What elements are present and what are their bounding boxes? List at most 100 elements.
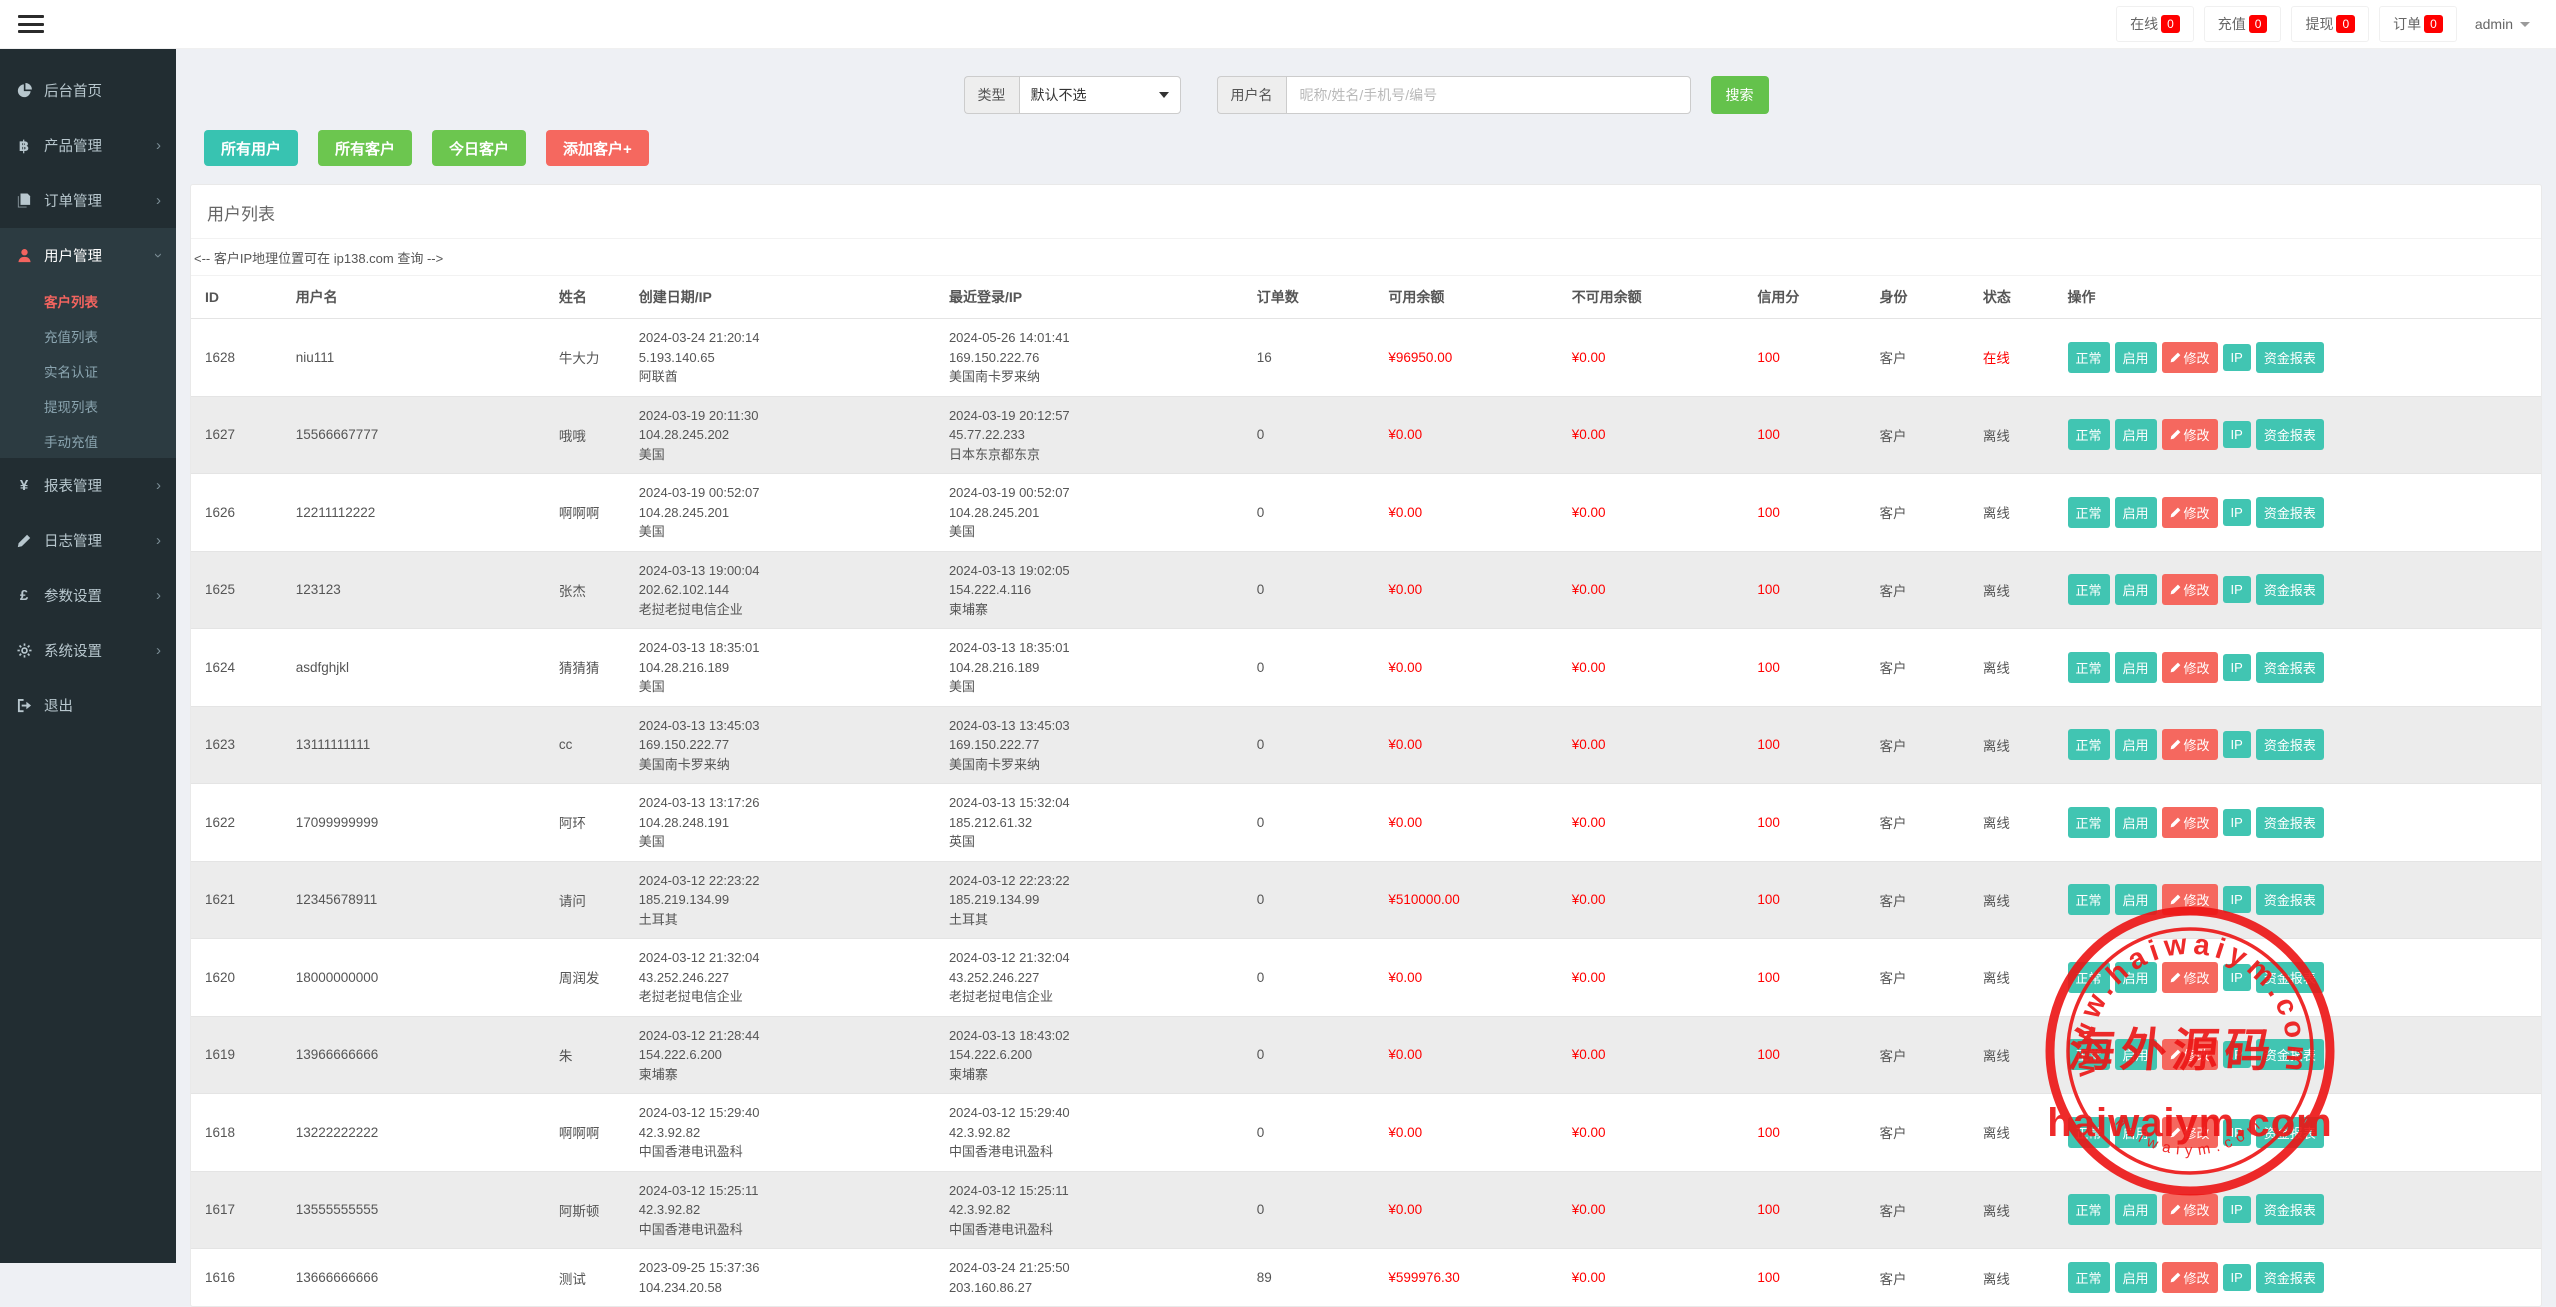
cell-created: 2024-03-13 19:00:04202.62.102.144老挝老挝电信企… — [633, 551, 943, 629]
ip-button[interactable]: IP — [2223, 576, 2251, 603]
fund-report-button[interactable]: 资金报表 — [2256, 962, 2324, 993]
cell-id: 1622 — [191, 784, 290, 862]
normal-button[interactable]: 正常 — [2068, 497, 2110, 528]
sidebar-subitem-customer-list[interactable]: 客户列表 — [0, 283, 176, 318]
ip-button[interactable]: IP — [2223, 1041, 2251, 1068]
edit-button[interactable]: 修改 — [2162, 497, 2218, 528]
sidebar-subitem-recharge-list[interactable]: 充值列表 — [0, 318, 176, 353]
edit-button[interactable]: 修改 — [2162, 884, 2218, 915]
user-table: ID 用户名 姓名 创建日期/IP 最近登录/IP 订单数 可用余额 不可用余额… — [191, 276, 2541, 1306]
edit-button[interactable]: 修改 — [2162, 1117, 2218, 1148]
sidebar-item-users[interactable]: 用户管理 › — [0, 228, 176, 283]
normal-button[interactable]: 正常 — [2068, 807, 2110, 838]
fund-report-button[interactable]: 资金报表 — [2256, 1039, 2324, 1070]
enable-button[interactable]: 启用 — [2115, 807, 2157, 838]
cell-status: 离线 — [1977, 861, 2062, 939]
normal-button[interactable]: 正常 — [2068, 342, 2110, 373]
edit-button[interactable]: 修改 — [2162, 652, 2218, 683]
sidebar-item-system[interactable]: 系统设置 › — [0, 623, 176, 678]
search-bar: 类型 默认不选 用户名 搜索 — [176, 49, 2556, 130]
all-customers-button[interactable]: 所有客户 — [318, 130, 412, 166]
enable-button[interactable]: 启用 — [2115, 497, 2157, 528]
enable-button[interactable]: 启用 — [2115, 342, 2157, 373]
edit-button[interactable]: 修改 — [2162, 1262, 2218, 1293]
ip-button[interactable]: IP — [2223, 499, 2251, 526]
edit-button[interactable]: 修改 — [2162, 807, 2218, 838]
fund-report-button[interactable]: 资金报表 — [2256, 419, 2324, 450]
cell-name: 牛大力 — [553, 319, 633, 397]
ip-button[interactable]: IP — [2223, 344, 2251, 371]
ip-button[interactable]: IP — [2223, 1264, 2251, 1291]
enable-button[interactable]: 启用 — [2115, 1117, 2157, 1148]
normal-button[interactable]: 正常 — [2068, 1194, 2110, 1225]
ip-button[interactable]: IP — [2223, 809, 2251, 836]
sidebar-subitem-withdraw-list[interactable]: 提现列表 — [0, 388, 176, 423]
fund-report-button[interactable]: 资金报表 — [2256, 1262, 2324, 1293]
fund-report-button[interactable]: 资金报表 — [2256, 574, 2324, 605]
normal-button[interactable]: 正常 — [2068, 1262, 2110, 1293]
fund-report-button[interactable]: 资金报表 — [2256, 807, 2324, 838]
admin-menu[interactable]: admin — [2467, 16, 2538, 32]
edit-button[interactable]: 修改 — [2162, 1039, 2218, 1070]
recharge-stat[interactable]: 充值 0 — [2204, 6, 2282, 42]
enable-button[interactable]: 启用 — [2115, 962, 2157, 993]
gear-icon — [15, 643, 33, 658]
enable-button[interactable]: 启用 — [2115, 652, 2157, 683]
fund-report-button[interactable]: 资金报表 — [2256, 1117, 2324, 1148]
sidebar-item-products[interactable]: ฿ 产品管理 › — [0, 118, 176, 173]
order-stat[interactable]: 订单 0 — [2379, 6, 2457, 42]
type-select[interactable]: 默认不选 — [1019, 76, 1181, 114]
enable-button[interactable]: 启用 — [2115, 1039, 2157, 1070]
edit-button[interactable]: 修改 — [2162, 574, 2218, 605]
edit-button[interactable]: 修改 — [2162, 729, 2218, 760]
sidebar-item-orders[interactable]: 订单管理 › — [0, 173, 176, 228]
ip-button[interactable]: IP — [2223, 886, 2251, 913]
enable-button[interactable]: 启用 — [2115, 574, 2157, 605]
normal-button[interactable]: 正常 — [2068, 652, 2110, 683]
sidebar-item-dashboard[interactable]: 后台首页 — [0, 63, 176, 118]
username-input[interactable] — [1286, 76, 1691, 114]
sidebar-item-params[interactable]: £ 参数设置 › — [0, 568, 176, 623]
sidebar-item-logs[interactable]: 日志管理 › — [0, 513, 176, 568]
normal-button[interactable]: 正常 — [2068, 1117, 2110, 1148]
ip-button[interactable]: IP — [2223, 654, 2251, 681]
normal-button[interactable]: 正常 — [2068, 419, 2110, 450]
ip-button[interactable]: IP — [2223, 1196, 2251, 1223]
enable-button[interactable]: 启用 — [2115, 419, 2157, 450]
fund-report-button[interactable]: 资金报表 — [2256, 342, 2324, 373]
hamburger-menu-icon[interactable] — [18, 15, 44, 33]
fund-report-button[interactable]: 资金报表 — [2256, 884, 2324, 915]
online-stat[interactable]: 在线 0 — [2116, 6, 2194, 42]
edit-button[interactable]: 修改 — [2162, 419, 2218, 450]
edit-button[interactable]: 修改 — [2162, 342, 2218, 373]
today-customers-button[interactable]: 今日客户 — [432, 130, 526, 166]
edit-button[interactable]: 修改 — [2162, 1194, 2218, 1225]
ip-button[interactable]: IP — [2223, 964, 2251, 991]
sidebar-subitem-realname-auth[interactable]: 实名认证 — [0, 353, 176, 388]
enable-button[interactable]: 启用 — [2115, 729, 2157, 760]
withdraw-stat[interactable]: 提现 0 — [2291, 6, 2369, 42]
sidebar-item-reports[interactable]: ¥ 报表管理 › — [0, 458, 176, 513]
action-buttons: 正常启用修改IP资金报表 — [2068, 1262, 2536, 1293]
ip-button[interactable]: IP — [2223, 421, 2251, 448]
all-users-button[interactable]: 所有用户 — [204, 130, 298, 166]
fund-report-button[interactable]: 资金报表 — [2256, 1194, 2324, 1225]
fund-report-button[interactable]: 资金报表 — [2256, 652, 2324, 683]
fund-report-button[interactable]: 资金报表 — [2256, 497, 2324, 528]
add-customer-button[interactable]: 添加客户+ — [546, 130, 649, 166]
enable-button[interactable]: 启用 — [2115, 1194, 2157, 1225]
normal-button[interactable]: 正常 — [2068, 962, 2110, 993]
normal-button[interactable]: 正常 — [2068, 729, 2110, 760]
sidebar-subitem-manual-recharge[interactable]: 手动充值 — [0, 423, 176, 458]
fund-report-button[interactable]: 资金报表 — [2256, 729, 2324, 760]
enable-button[interactable]: 启用 — [2115, 884, 2157, 915]
enable-button[interactable]: 启用 — [2115, 1262, 2157, 1293]
ip-button[interactable]: IP — [2223, 1119, 2251, 1146]
normal-button[interactable]: 正常 — [2068, 1039, 2110, 1070]
ip-button[interactable]: IP — [2223, 731, 2251, 758]
edit-button[interactable]: 修改 — [2162, 962, 2218, 993]
normal-button[interactable]: 正常 — [2068, 574, 2110, 605]
normal-button[interactable]: 正常 — [2068, 884, 2110, 915]
search-button[interactable]: 搜索 — [1711, 76, 1769, 114]
sidebar-item-logout[interactable]: 退出 — [0, 678, 176, 733]
